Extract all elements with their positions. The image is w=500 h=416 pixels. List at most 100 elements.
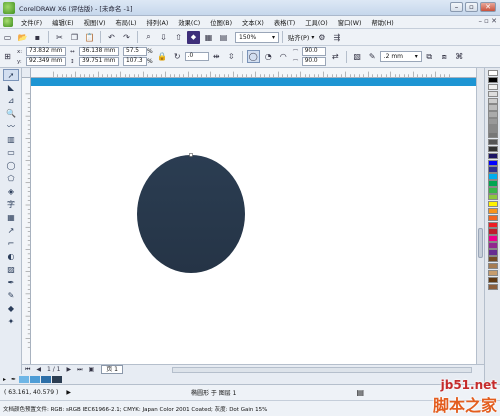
- menu-layout[interactable]: 布局(L): [110, 18, 141, 27]
- palette-swatch[interactable]: [487, 194, 498, 201]
- vertical-scrollbar[interactable]: [476, 68, 484, 364]
- open-folder-icon[interactable]: 📂: [16, 31, 29, 44]
- menu-arrange[interactable]: 排列(A): [141, 18, 173, 27]
- palette-swatch[interactable]: [487, 90, 498, 98]
- palette-swatch[interactable]: [487, 173, 498, 180]
- palette-swatch[interactable]: [487, 207, 498, 215]
- palette-swatch[interactable]: [487, 269, 498, 277]
- palette-swatch[interactable]: [487, 125, 498, 132]
- add-page-button[interactable]: ▣: [86, 366, 98, 373]
- palette-swatch[interactable]: [487, 145, 498, 153]
- zoom-level-dropdown[interactable]: 150% ▾: [235, 31, 279, 43]
- palette-swatch[interactable]: [487, 111, 498, 118]
- wrap-text-icon[interactable]: ▧: [351, 50, 364, 63]
- outline-width-dropdown[interactable]: .2 mm ▾: [379, 51, 422, 62]
- search-content-icon[interactable]: ⌕: [142, 31, 155, 44]
- crop-tool-icon[interactable]: ⊿: [3, 95, 19, 107]
- outline-tool-icon[interactable]: ✎: [3, 290, 19, 302]
- freehand-tool-icon[interactable]: 〰: [3, 121, 19, 133]
- document-swatch[interactable]: [41, 375, 52, 383]
- palette-swatch[interactable]: [487, 283, 498, 290]
- menu-table[interactable]: 表格(T): [269, 18, 300, 27]
- ellipse-tool-icon[interactable]: ◯: [3, 160, 19, 172]
- fill-tool-icon[interactable]: ◆: [3, 303, 19, 315]
- import-icon[interactable]: ⇩: [157, 31, 170, 44]
- document-swatch[interactable]: [30, 375, 41, 383]
- pick-tool-icon[interactable]: ➚: [3, 69, 19, 81]
- options-icon[interactable]: ⚙: [315, 31, 328, 44]
- connector-tool-icon[interactable]: ⌐: [3, 238, 19, 250]
- menu-bitmaps[interactable]: 位图(B): [205, 18, 237, 27]
- scale-x-input[interactable]: 57.5: [123, 47, 147, 56]
- ellipse-shape[interactable]: [137, 155, 245, 273]
- ellipse-mode-icon[interactable]: ◯: [246, 50, 260, 63]
- palette-swatch[interactable]: [487, 262, 498, 270]
- scale-y-input[interactable]: 107.3: [123, 57, 147, 66]
- rotation-input[interactable]: .0: [184, 52, 209, 61]
- text-tool-icon[interactable]: 字: [3, 199, 19, 211]
- fill-indicator-icon[interactable]: ▤: [356, 388, 364, 397]
- palette-swatch[interactable]: [487, 200, 498, 208]
- basic-shapes-tool-icon[interactable]: ◈: [3, 186, 19, 198]
- palette-swatch[interactable]: [487, 159, 498, 166]
- smart-fill-tool-icon[interactable]: ▥: [3, 134, 19, 146]
- object-origin-icon[interactable]: ⊞: [1, 50, 14, 63]
- mirror-horizontal-icon[interactable]: ⇹: [210, 50, 223, 63]
- publish-pdf-icon[interactable]: ◆: [187, 30, 200, 44]
- first-page-button[interactable]: ⏮: [22, 366, 33, 374]
- transparency-tool-icon[interactable]: ▨: [3, 264, 19, 276]
- horizontal-scrollbar[interactable]: [172, 367, 472, 373]
- palette-swatch[interactable]: [487, 235, 498, 242]
- menu-help[interactable]: 帮助(H): [366, 18, 398, 27]
- menu-edit[interactable]: 编辑(E): [47, 18, 79, 27]
- palette-swatch[interactable]: [487, 97, 498, 104]
- dimension-tool-icon[interactable]: ↗: [3, 225, 19, 237]
- menu-text[interactable]: 文本(X): [237, 18, 269, 27]
- close-button[interactable]: ✕: [480, 2, 496, 12]
- end-angle-input[interactable]: 90.0: [301, 57, 326, 66]
- menu-effects[interactable]: 效果(C): [173, 18, 205, 27]
- mirror-vertical-icon[interactable]: ⇳: [225, 50, 238, 63]
- y-position-input[interactable]: 92.349 mm: [26, 57, 66, 66]
- palette-swatch[interactable]: [487, 214, 498, 222]
- interactive-fill-tool-icon[interactable]: ✦: [3, 316, 19, 328]
- page-tab[interactable]: 页 1: [101, 365, 123, 374]
- palette-swatch[interactable]: [487, 242, 498, 249]
- document-window-controls[interactable]: – ▫ ✕: [478, 17, 497, 25]
- document-palette-arrow-icon[interactable]: ▸: [0, 376, 9, 383]
- copy-icon[interactable]: ❐: [68, 31, 81, 44]
- drawing-canvas[interactable]: [31, 78, 476, 364]
- ellipse-node-handle[interactable]: [189, 153, 193, 157]
- maximize-button[interactable]: ▫: [465, 2, 478, 12]
- undo-icon[interactable]: ↶: [105, 31, 118, 44]
- palette-swatch[interactable]: [487, 138, 498, 146]
- redo-icon[interactable]: ↷: [120, 31, 133, 44]
- rectangle-tool-icon[interactable]: ▭: [3, 147, 19, 159]
- palette-swatch[interactable]: [487, 132, 498, 139]
- menu-tools[interactable]: 工具(O): [300, 18, 332, 27]
- shape-tool-icon[interactable]: ◣: [3, 82, 19, 94]
- document-swatch[interactable]: [19, 375, 30, 383]
- menu-view[interactable]: 视图(V): [79, 18, 111, 27]
- play-icon[interactable]: ▶: [66, 389, 71, 396]
- align-icon[interactable]: ⇶: [330, 31, 343, 44]
- start-angle-input[interactable]: 90.0: [301, 47, 326, 56]
- palette-swatch[interactable]: [487, 228, 498, 235]
- app-menu-icon[interactable]: [3, 17, 13, 27]
- menu-file[interactable]: 文件(F): [16, 18, 47, 27]
- minimize-button[interactable]: –: [450, 2, 463, 12]
- palette-swatch[interactable]: [487, 221, 498, 228]
- width-input[interactable]: 36.138 mm: [79, 47, 119, 56]
- palette-swatch[interactable]: [487, 187, 498, 194]
- save-icon[interactable]: ▪: [31, 31, 44, 44]
- vertical-scroll-thumb[interactable]: [478, 228, 483, 258]
- snap-to-button[interactable]: 贴齐(P): [286, 33, 311, 42]
- arc-mode-icon[interactable]: ◠: [277, 50, 290, 63]
- new-document-icon[interactable]: ▭: [1, 31, 14, 44]
- palette-swatch[interactable]: [487, 256, 498, 263]
- height-input[interactable]: 39.751 mm: [79, 57, 119, 66]
- x-position-input[interactable]: 73.832 mm: [26, 47, 66, 56]
- menu-window[interactable]: 窗口(W): [333, 18, 367, 27]
- eyedropper-icon[interactable]: ✒: [9, 376, 18, 383]
- horizontal-ruler[interactable]: [31, 68, 476, 78]
